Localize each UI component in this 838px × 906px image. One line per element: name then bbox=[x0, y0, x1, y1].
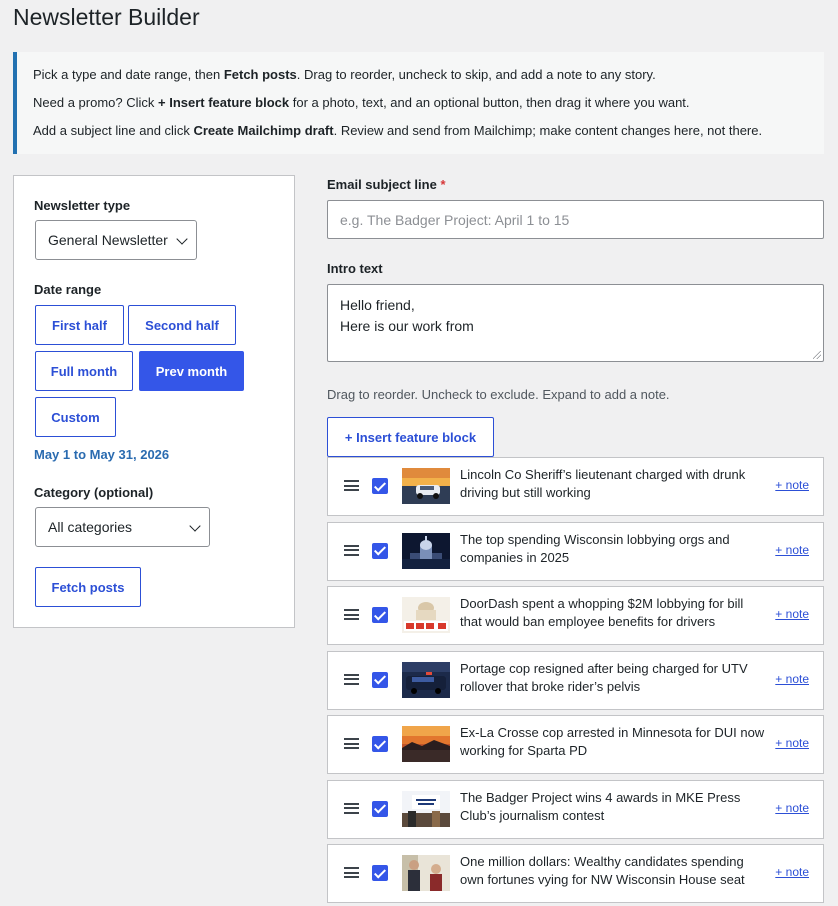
post-thumbnail bbox=[402, 726, 450, 762]
add-note-link[interactable]: + note bbox=[775, 672, 809, 686]
post-thumbnail bbox=[402, 661, 450, 698]
date-range-label: Date range bbox=[34, 282, 102, 297]
add-note-link[interactable]: + note bbox=[775, 865, 809, 879]
post-thumbnail bbox=[402, 532, 450, 569]
drag-handle-icon[interactable] bbox=[344, 544, 359, 556]
first-half-button[interactable]: First half bbox=[35, 305, 124, 345]
drag-handle-icon[interactable] bbox=[344, 673, 359, 685]
category-label: Category (optional) bbox=[34, 485, 154, 500]
include-checkbox[interactable] bbox=[372, 865, 388, 881]
notice-line-3: Add a subject line and click Create Mail… bbox=[33, 123, 763, 138]
post-row[interactable]: One million dollars: Wealthy candidates … bbox=[327, 844, 824, 903]
intro-textarea[interactable]: Hello friend, Here is our work from bbox=[327, 284, 824, 362]
notice-line-1: Pick a type and date range, then Fetch p… bbox=[33, 67, 656, 82]
page-title: Newsletter Builder bbox=[13, 4, 200, 30]
chevron-down-icon bbox=[189, 520, 201, 532]
settings-panel: Newsletter type General Newsletter Date … bbox=[13, 175, 295, 628]
post-thumbnail bbox=[402, 597, 450, 633]
add-note-link[interactable]: + note bbox=[775, 478, 809, 492]
post-title: DoorDash spent a whopping $2M lobbying f… bbox=[460, 596, 744, 629]
post-title: Ex-La Crosse cop arrested in Minnesota f… bbox=[460, 725, 765, 758]
add-note-link[interactable]: + note bbox=[775, 801, 809, 815]
drag-handle-icon[interactable] bbox=[344, 609, 359, 620]
post-thumbnail bbox=[402, 855, 450, 891]
subject-input[interactable] bbox=[327, 200, 824, 239]
add-note-link[interactable]: + note bbox=[775, 736, 809, 750]
custom-button[interactable]: Custom bbox=[35, 397, 116, 437]
notice-line-2: Need a promo? Click + Insert feature blo… bbox=[33, 95, 690, 110]
required-marker: * bbox=[440, 177, 446, 192]
intro-text-value: Hello friend, Here is our work from bbox=[340, 297, 474, 334]
resize-handle-icon[interactable] bbox=[813, 351, 821, 359]
post-title: Lincoln Co Sheriff’s lieutenant charged … bbox=[460, 467, 746, 500]
drag-handle-icon[interactable] bbox=[344, 480, 359, 491]
category-value: All categories bbox=[48, 519, 133, 535]
include-checkbox[interactable] bbox=[372, 607, 388, 623]
selected-date-range: May 1 to May 31, 2026 bbox=[34, 447, 170, 462]
instructions-notice: Pick a type and date range, then Fetch p… bbox=[13, 52, 824, 154]
intro-label: Intro text bbox=[327, 261, 383, 276]
newsletter-type-select[interactable]: General Newsletter bbox=[35, 220, 197, 260]
drag-handle-icon[interactable] bbox=[344, 738, 359, 749]
newsletter-type-label: Newsletter type bbox=[34, 198, 131, 213]
full-month-button[interactable]: Full month bbox=[35, 351, 133, 391]
post-title: The top spending Wisconsin lobbying orgs… bbox=[460, 531, 730, 565]
insert-feature-block-button[interactable]: + Insert feature block bbox=[327, 417, 494, 457]
post-row[interactable]: Portage cop resigned after being charged… bbox=[327, 650, 824, 710]
newsletter-type-value: General Newsletter bbox=[48, 232, 168, 248]
include-checkbox[interactable] bbox=[372, 800, 388, 817]
subject-label: Email subject line * bbox=[327, 177, 446, 192]
post-thumbnail bbox=[402, 468, 450, 504]
include-checkbox[interactable] bbox=[372, 736, 388, 752]
post-row[interactable]: DoorDash spent a whopping $2M lobbying f… bbox=[327, 586, 824, 645]
drag-handle-icon[interactable] bbox=[344, 867, 359, 878]
reorder-hint: Drag to reorder. Uncheck to exclude. Exp… bbox=[327, 387, 670, 402]
post-row[interactable]: The top spending Wisconsin lobbying orgs… bbox=[327, 521, 824, 581]
post-row[interactable]: The Badger Project wins 4 awards in MKE … bbox=[327, 779, 824, 839]
chevron-down-icon bbox=[176, 233, 188, 245]
drag-handle-icon[interactable] bbox=[344, 802, 359, 814]
include-checkbox[interactable] bbox=[372, 542, 388, 559]
post-row[interactable]: Ex-La Crosse cop arrested in Minnesota f… bbox=[327, 715, 824, 774]
second-half-button[interactable]: Second half bbox=[128, 305, 236, 345]
post-title: One million dollars: Wealthy candidates … bbox=[460, 854, 745, 887]
category-select[interactable]: All categories bbox=[35, 507, 210, 547]
post-title: Portage cop resigned after being charged… bbox=[460, 660, 748, 694]
add-note-link[interactable]: + note bbox=[775, 607, 809, 621]
include-checkbox[interactable] bbox=[372, 671, 388, 688]
prev-month-button[interactable]: Prev month bbox=[139, 351, 244, 391]
include-checkbox[interactable] bbox=[372, 478, 388, 494]
post-thumbnail bbox=[402, 790, 450, 827]
add-note-link[interactable]: + note bbox=[775, 543, 809, 557]
post-row[interactable]: Lincoln Co Sheriff’s lieutenant charged … bbox=[327, 457, 824, 516]
post-title: The Badger Project wins 4 awards in MKE … bbox=[460, 789, 741, 823]
fetch-posts-button[interactable]: Fetch posts bbox=[35, 567, 141, 607]
